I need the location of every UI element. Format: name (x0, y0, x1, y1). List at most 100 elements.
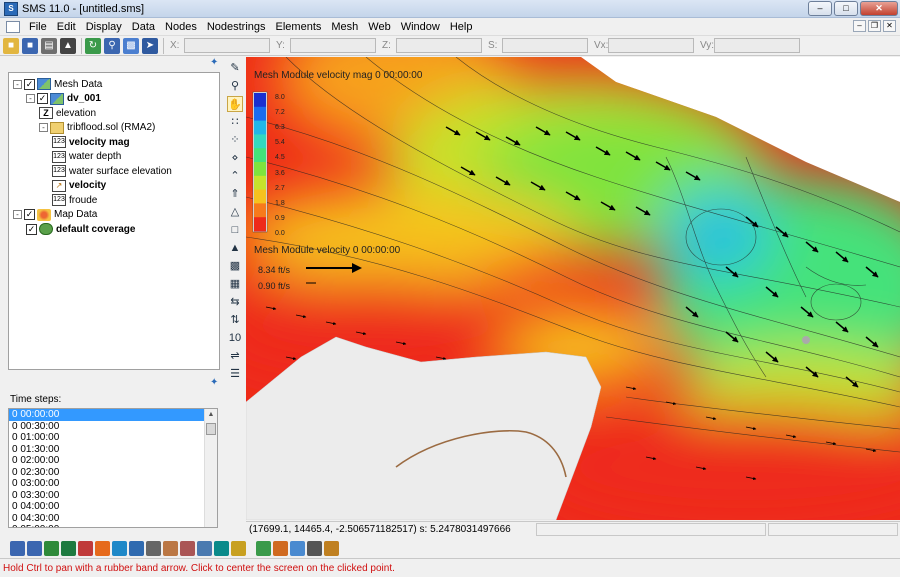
zoom-tool-icon[interactable]: ⚲ (227, 78, 243, 94)
time-steps-scrollbar[interactable]: ▲ (204, 409, 217, 527)
gis-module-icon[interactable] (95, 540, 110, 556)
node-create-icon[interactable]: ⁘ (227, 132, 243, 148)
visibility-checkbox[interactable]: ✓ (24, 209, 35, 220)
minimize-button[interactable]: – (808, 1, 832, 16)
bar-chart-icon[interactable] (324, 540, 339, 556)
time-step-item[interactable]: 0 01:30:00 (9, 444, 204, 456)
close-button[interactable]: ✕ (860, 1, 898, 16)
profile-icon[interactable] (163, 540, 178, 556)
camera-icon[interactable] (307, 540, 322, 556)
scroll-up-icon[interactable]: ▲ (205, 409, 217, 421)
scatter-module-icon[interactable] (27, 540, 42, 556)
collapse-icon[interactable]: - (39, 123, 48, 132)
scroll-thumb[interactable] (206, 423, 216, 435)
element-select-icon[interactable]: □ (227, 222, 243, 238)
time-step-item[interactable]: 0 04:30:00 (9, 513, 204, 525)
select-icon[interactable]: ➤ (142, 37, 158, 54)
mesh-module-icon[interactable] (10, 540, 25, 556)
time-step-item[interactable]: 0 01:00:00 (9, 432, 204, 444)
tree-item[interactable]: 123 velocity mag (52, 135, 130, 149)
panel-grip[interactable]: ✦ (2, 378, 222, 390)
document-icon[interactable] (6, 20, 20, 33)
contour-toggle-icon[interactable]: 10 (227, 330, 243, 346)
nodestring-select-icon[interactable]: ⇑ (227, 186, 243, 202)
collapse-icon[interactable]: - (13, 210, 22, 219)
doc-restore-button[interactable]: ❐ (868, 20, 881, 32)
tree-item[interactable]: - tribflood.sol (RMA2) (39, 121, 155, 135)
menu-nodestrings[interactable]: Nodestrings (202, 19, 271, 35)
select-mesh-icon[interactable]: ✎ (227, 60, 243, 76)
maximize-button[interactable]: □ (834, 1, 858, 16)
frame-icon[interactable]: ▩ (123, 37, 139, 54)
map-module-icon[interactable] (78, 540, 93, 556)
vertex-icon[interactable]: ⋄ (227, 150, 243, 166)
visibility-checkbox[interactable]: ✓ (24, 78, 35, 90)
time-step-item[interactable]: 0 00:30:00 (9, 421, 204, 433)
menu-web[interactable]: Web (363, 19, 395, 35)
menu-mesh[interactable]: Mesh (326, 19, 363, 35)
time-steps-list[interactable]: 0 00:00:00 0 00:30:00 0 01:00:00 0 01:30:00… (8, 408, 218, 528)
time-step-item[interactable]: 0 04:00:00 (9, 501, 204, 513)
menu-display[interactable]: Display (81, 19, 127, 35)
particle-module-icon[interactable] (112, 540, 127, 556)
doc-close-button[interactable]: ✕ (883, 20, 896, 32)
time-step-item[interactable]: 0 03:30:00 (9, 490, 204, 502)
coord-field-5[interactable] (714, 38, 800, 53)
annotation-icon[interactable] (146, 540, 161, 556)
menu-elements[interactable]: Elements (271, 19, 327, 35)
grid-module-icon[interactable] (44, 540, 59, 556)
display-options-icon[interactable]: ⇌ (227, 348, 243, 364)
zoom-icon[interactable]: ⚲ (104, 37, 120, 54)
merge-icon[interactable]: ⇆ (227, 294, 243, 310)
print-icon[interactable]: ▤ (41, 37, 57, 54)
coord-field-3[interactable] (502, 38, 588, 53)
triangle-create-icon[interactable]: ▲ (227, 240, 243, 256)
pin-icon[interactable]: ✦ (210, 378, 220, 388)
tree-item[interactable]: 123 water depth (52, 150, 121, 164)
tree-item[interactable]: ↗ velocity (52, 179, 106, 193)
delete-icon[interactable]: ▲ (60, 37, 76, 54)
save-icon[interactable]: ■ (22, 37, 38, 54)
tree-item[interactable]: - ✓ dv_001 (26, 92, 101, 106)
quad-select-icon[interactable]: ▦ (227, 276, 243, 292)
time-step-item[interactable]: 0 05:00:00 (9, 524, 204, 527)
visibility-checkbox[interactable]: ✓ (26, 223, 37, 235)
refresh-icon[interactable]: ↻ (85, 37, 101, 54)
nodestring-icon[interactable]: ⌃ (227, 168, 243, 184)
coord-field-2[interactable] (396, 38, 482, 53)
node-select-icon[interactable]: ∷ (227, 114, 243, 130)
time-step-item[interactable]: 0 02:00:00 (9, 455, 204, 467)
tree-item[interactable]: Zelevation (39, 106, 96, 120)
coord-field-1[interactable] (290, 38, 376, 53)
split-icon[interactable]: ⇅ (227, 312, 243, 328)
plot-icon[interactable] (197, 540, 212, 556)
pan-tool-icon[interactable]: ✋ (227, 96, 243, 112)
open-icon[interactable]: ■ (3, 37, 19, 54)
time-step-item[interactable]: 0 03:00:00 (9, 478, 204, 490)
time-step-item[interactable]: 0 00:00:00 (9, 409, 204, 421)
menu-help[interactable]: Help (445, 19, 478, 35)
triangle-icon[interactable]: △ (227, 204, 243, 220)
mesh-viewport[interactable]: Mesh Module velocity mag 0 00:00:00 8.0 7… (246, 57, 900, 520)
time-step-item[interactable]: 0 02:30:00 (9, 467, 204, 479)
coord-field-4[interactable] (608, 38, 694, 53)
project-tree[interactable]: - ✓ Mesh Data - ✓ dv_001 Zelevation - tribflood.… (8, 72, 220, 370)
velocity-contour-plot[interactable] (246, 57, 900, 520)
menu-window[interactable]: Window (396, 19, 445, 35)
pin-icon[interactable]: ✦ (210, 58, 220, 68)
flood-icon[interactable] (256, 540, 271, 556)
measure-icon[interactable]: ☰ (227, 366, 243, 382)
tree-item[interactable]: 123 water surface elevation (52, 164, 172, 178)
panel-grip[interactable]: ✦ (2, 58, 222, 70)
tree-item[interactable]: ✓ default coverage (26, 222, 135, 236)
image-icon[interactable] (290, 540, 305, 556)
contour-icon[interactable] (273, 540, 288, 556)
globe-icon[interactable] (129, 540, 144, 556)
cartesian-grid-icon[interactable] (61, 540, 76, 556)
sms-app-icon[interactable]: S (4, 1, 18, 16)
menu-nodes[interactable]: Nodes (160, 19, 202, 35)
menu-edit[interactable]: Edit (52, 19, 81, 35)
tin-icon[interactable] (214, 540, 229, 556)
cross-section-icon[interactable] (180, 540, 195, 556)
visibility-checkbox[interactable]: ✓ (37, 93, 48, 104)
